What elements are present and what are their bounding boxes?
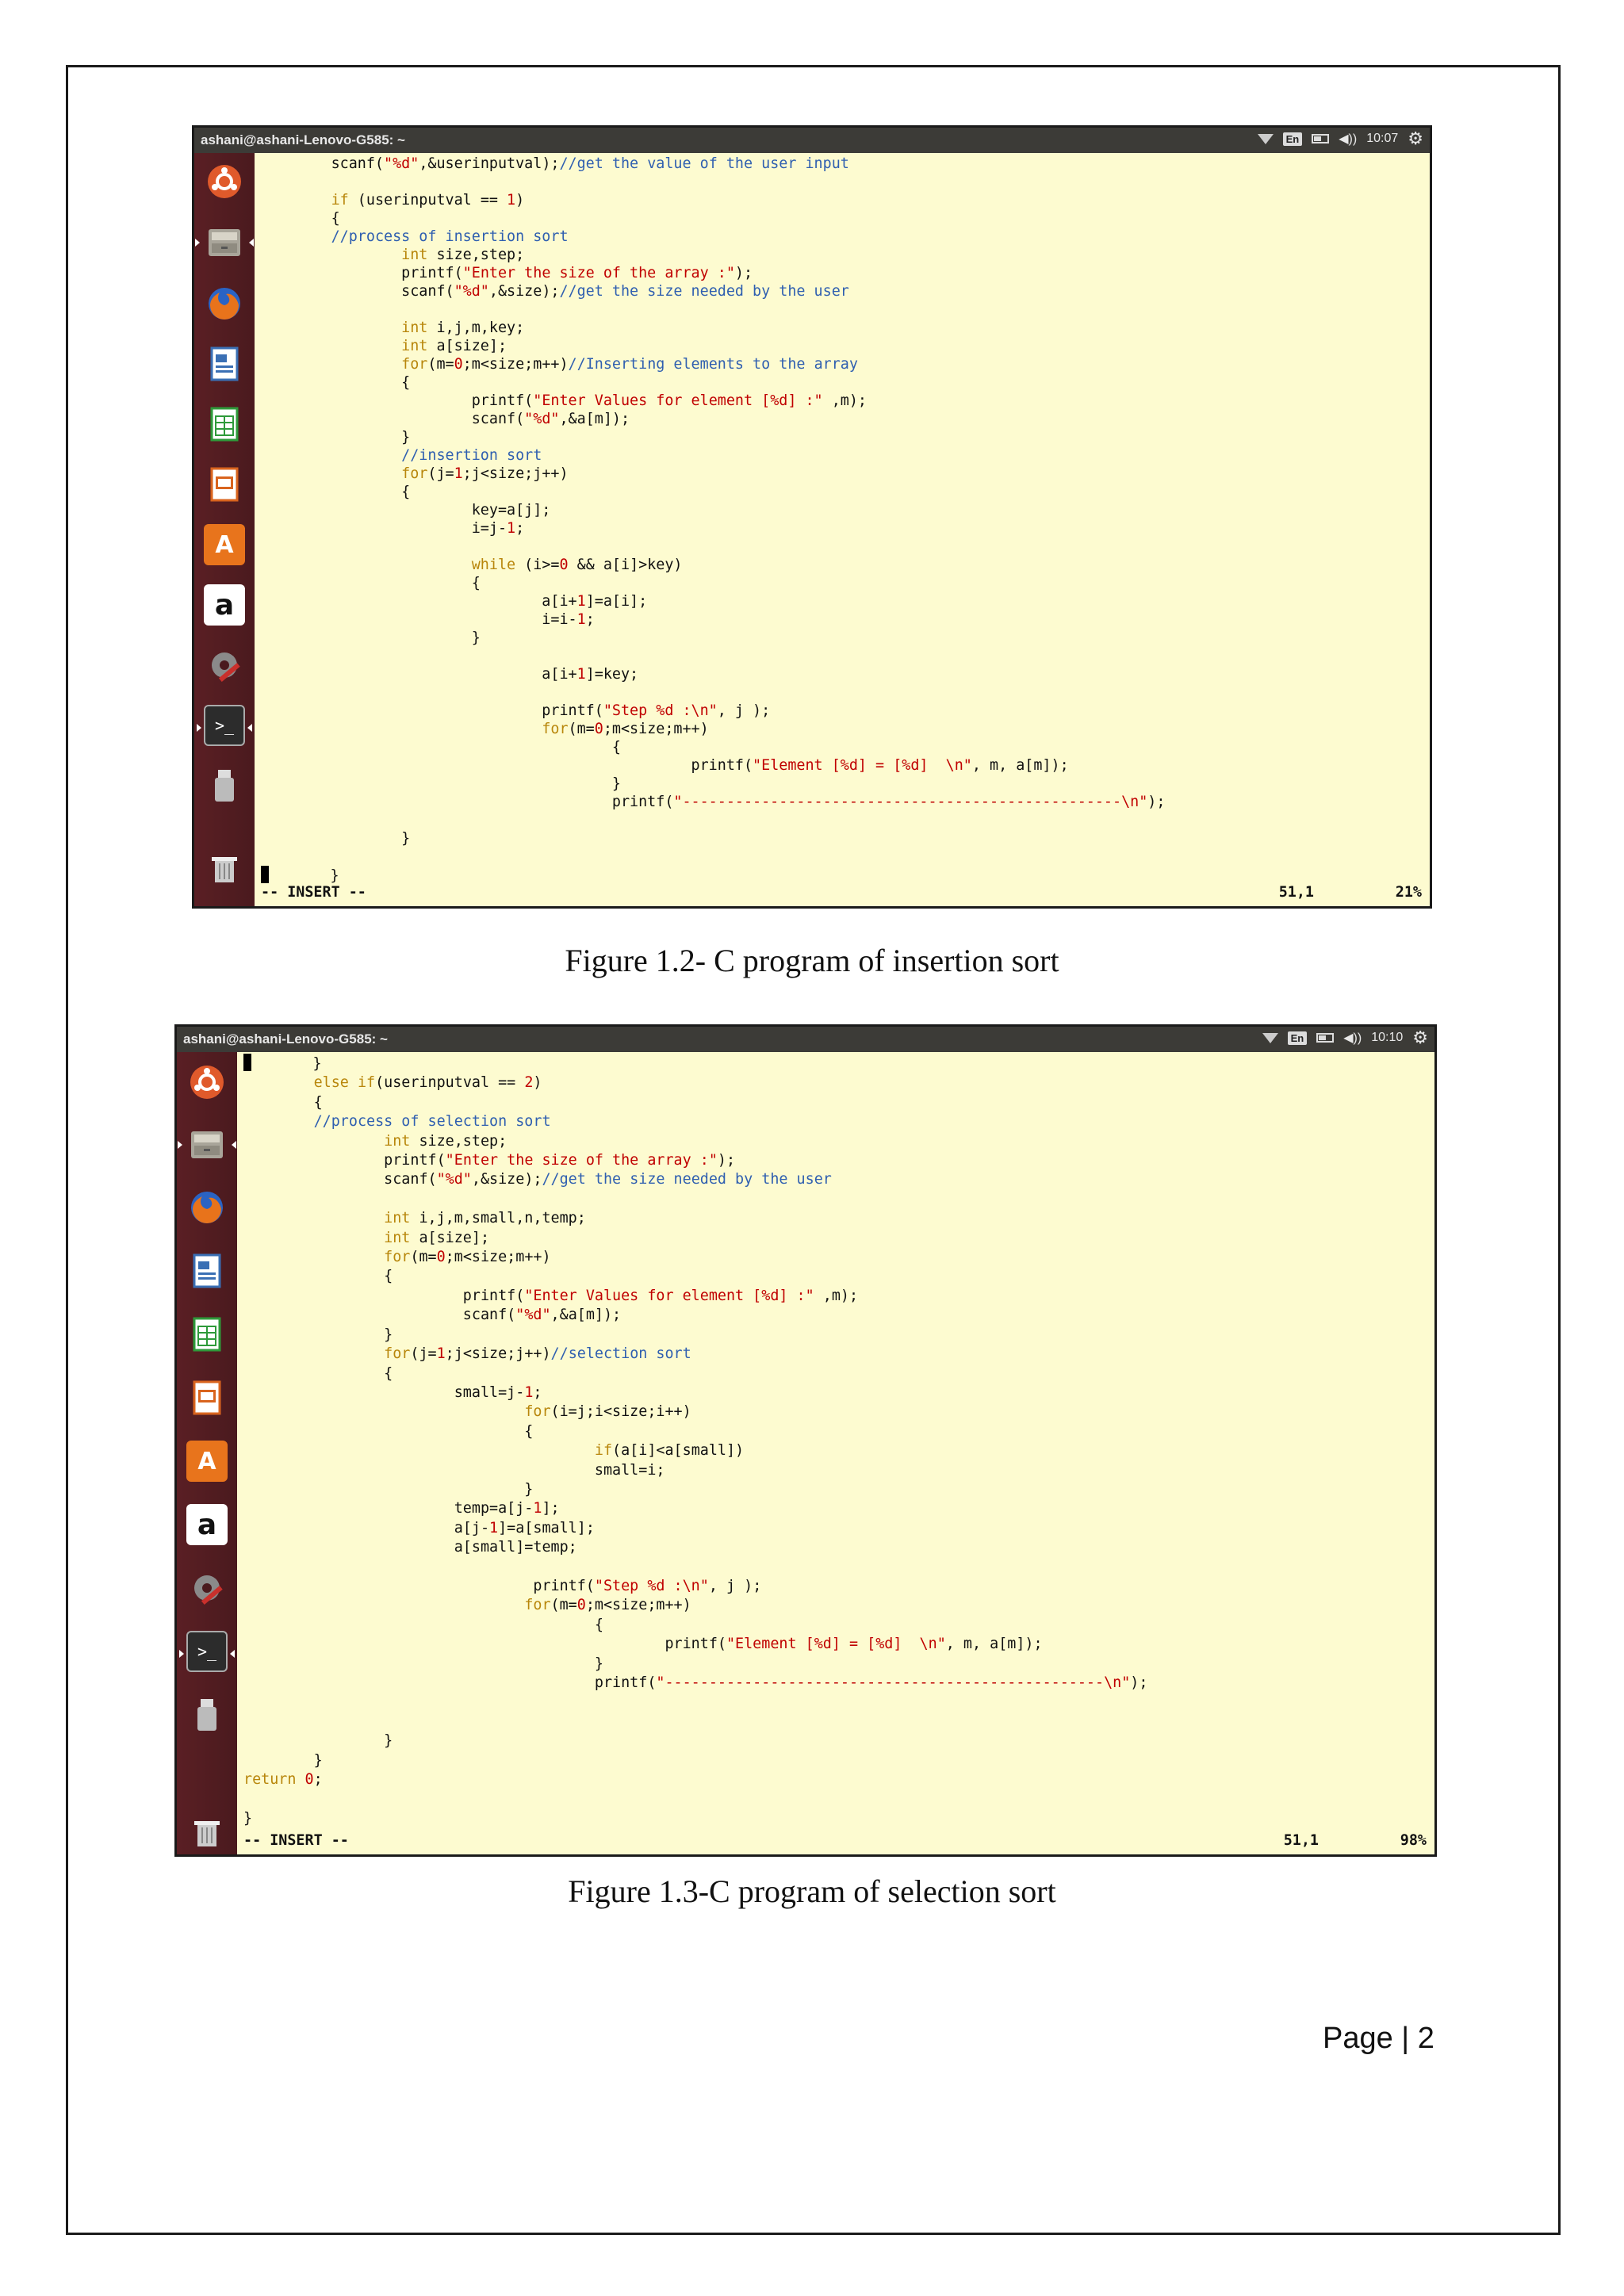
- clock[interactable]: 10:10: [1371, 1031, 1403, 1045]
- gear-icon[interactable]: ⚙: [1408, 130, 1423, 147]
- ubuntu-dash-icon[interactable]: [186, 1062, 228, 1103]
- text-cursor: [261, 866, 269, 883]
- launcher: A a >_: [177, 1052, 237, 1854]
- usb-drive-icon[interactable]: [204, 765, 245, 806]
- top-panel: ashani@ashani-Lenovo-G585: ~ En ◀)) 10:1…: [177, 1027, 1434, 1052]
- cursor-position: 51,1: [1278, 884, 1314, 901]
- page-number: Page | 2: [1323, 2022, 1434, 2055]
- calc-icon[interactable]: [186, 1314, 228, 1355]
- firefox-icon[interactable]: [186, 1187, 228, 1228]
- system-tray: En ◀)) 10:07 ⚙: [1257, 130, 1423, 147]
- software-center-label: A: [197, 1447, 216, 1475]
- text-cursor: [243, 1054, 251, 1071]
- software-center-label: A: [215, 530, 234, 559]
- amazon-label: a: [214, 588, 235, 622]
- settings-icon[interactable]: [204, 645, 245, 686]
- calc-icon[interactable]: [204, 404, 245, 445]
- settings-icon[interactable]: [186, 1567, 228, 1609]
- volume-icon[interactable]: ◀)): [1339, 131, 1357, 147]
- vim-status-line: -- INSERT -- 51,1 21%: [261, 884, 1422, 901]
- clock[interactable]: 10:07: [1366, 132, 1398, 146]
- terminal-prompt-glyph: >_: [214, 716, 235, 735]
- trash-icon[interactable]: [186, 1812, 228, 1853]
- firefox-icon[interactable]: [204, 283, 245, 324]
- scroll-percent: 98%: [1400, 1832, 1427, 1849]
- scroll-percent: 21%: [1395, 884, 1422, 901]
- impress-icon[interactable]: [204, 464, 245, 505]
- gear-icon[interactable]: ⚙: [1412, 1029, 1428, 1047]
- terminal-icon[interactable]: >_: [197, 705, 252, 746]
- keyboard-layout-indicator[interactable]: En: [1282, 132, 1303, 146]
- code-editor[interactable]: } else if(userinputval == 2) { //process…: [243, 1054, 1147, 1828]
- software-center-icon[interactable]: A: [186, 1441, 228, 1482]
- ubuntu-dash-icon[interactable]: [204, 161, 245, 202]
- writer-icon[interactable]: [204, 343, 245, 385]
- cursor-position: 51,1: [1283, 1832, 1319, 1849]
- vim-status-line: -- INSERT -- 51,1 98%: [243, 1832, 1427, 1850]
- trash-icon[interactable]: [204, 848, 245, 889]
- figure-caption-insertion: Figure 1.2- C program of insertion sort: [565, 943, 1059, 978]
- window-title: ashani@ashani-Lenovo-G585: ~: [201, 132, 405, 147]
- files-icon[interactable]: [178, 1123, 236, 1165]
- impress-icon[interactable]: [186, 1377, 228, 1418]
- mode-indicator: -- INSERT --: [261, 884, 366, 901]
- amazon-icon[interactable]: a: [204, 584, 245, 626]
- wifi-icon[interactable]: [1262, 1032, 1278, 1043]
- files-icon[interactable]: [195, 221, 254, 262]
- battery-icon[interactable]: [1312, 134, 1330, 144]
- mode-indicator: -- INSERT --: [243, 1832, 349, 1849]
- terminal-icon[interactable]: >_: [179, 1631, 235, 1672]
- amazon-label: a: [197, 1508, 217, 1541]
- terminal-screenshot-insertion-sort: ashani@ashani-Lenovo-G585: ~ En ◀)) 10:0…: [192, 125, 1432, 909]
- terminal-screenshot-selection-sort: ashani@ashani-Lenovo-G585: ~ En ◀)) 10:1…: [174, 1024, 1437, 1857]
- writer-icon[interactable]: [186, 1250, 228, 1292]
- window-title: ashani@ashani-Lenovo-G585: ~: [183, 1031, 388, 1047]
- code-editor[interactable]: scanf("%d",&userinputval);//get the valu…: [261, 155, 1165, 885]
- keyboard-layout-indicator[interactable]: En: [1287, 1031, 1308, 1045]
- terminal-prompt-glyph: >_: [197, 1642, 217, 1661]
- figure-caption-selection: Figure 1.3-C program of selection sort: [568, 1873, 1056, 1909]
- wifi-icon[interactable]: [1257, 133, 1274, 144]
- usb-drive-icon[interactable]: [186, 1694, 228, 1735]
- battery-icon[interactable]: [1316, 1033, 1335, 1043]
- amazon-icon[interactable]: a: [186, 1504, 228, 1545]
- system-tray: En ◀)) 10:10 ⚙: [1262, 1029, 1428, 1047]
- launcher: A a >_: [194, 153, 255, 906]
- volume-icon[interactable]: ◀)): [1343, 1030, 1362, 1046]
- software-center-icon[interactable]: A: [204, 524, 245, 565]
- top-panel: ashani@ashani-Lenovo-G585: ~ En ◀)) 10:0…: [194, 128, 1430, 153]
